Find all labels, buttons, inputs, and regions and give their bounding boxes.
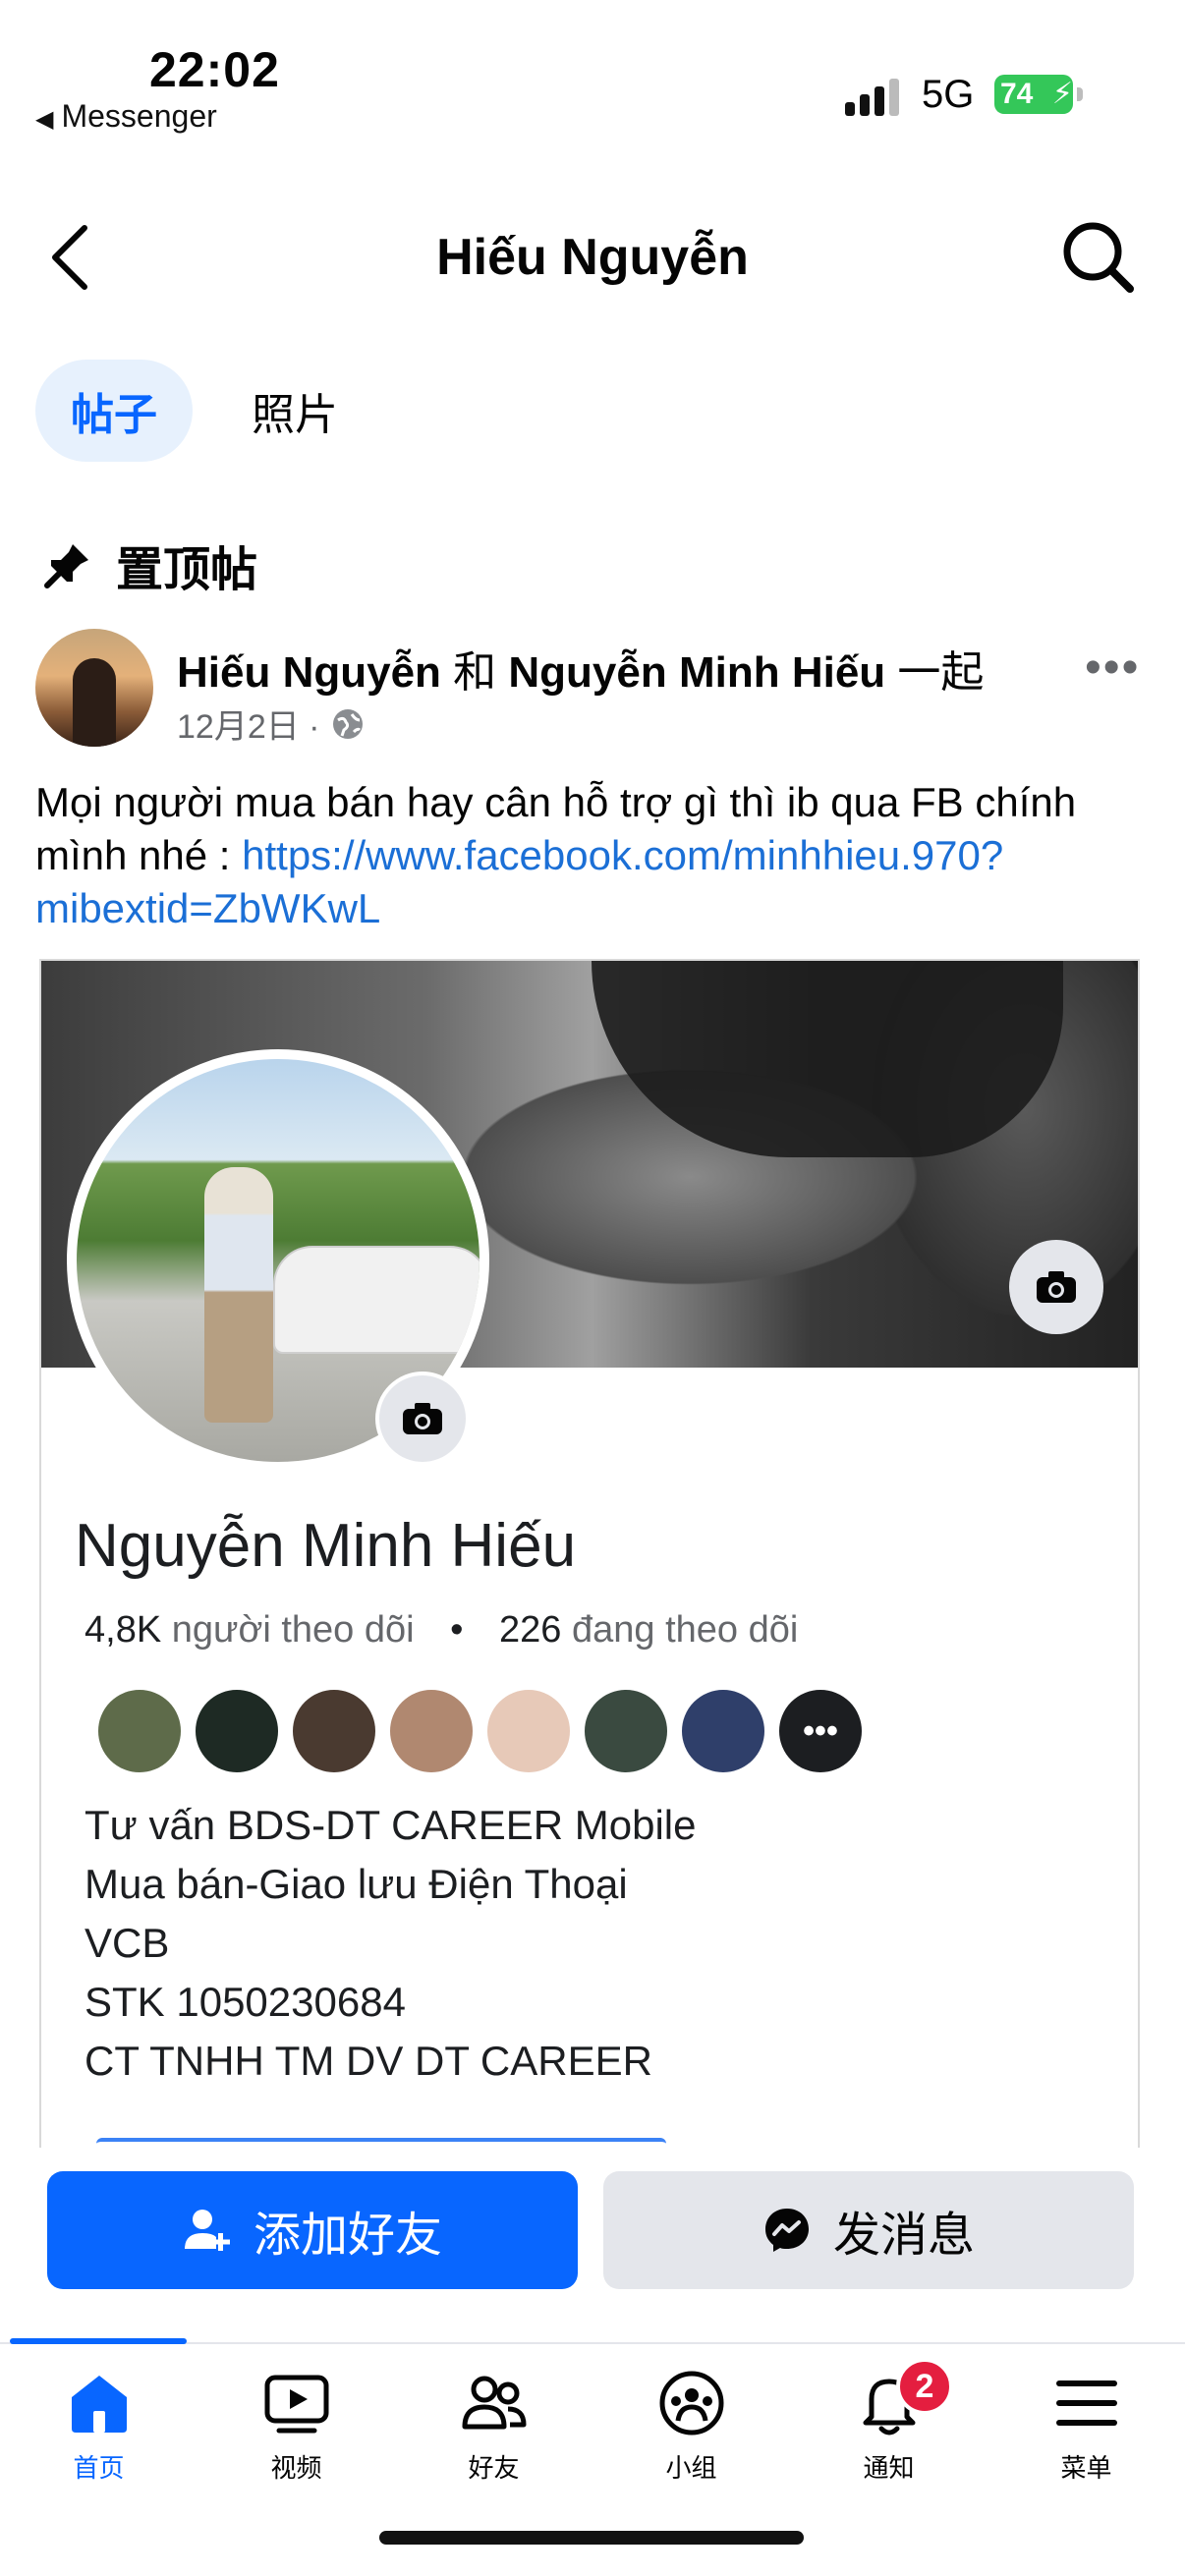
following-label: đang theo dõi (572, 1609, 799, 1651)
nav-item-menu[interactable]: 菜单 (988, 2358, 1185, 2505)
add-friend-icon (184, 2210, 230, 2251)
battery-level: 74 (1000, 78, 1034, 110)
post-date[interactable]: 12月2日 · (177, 700, 320, 748)
message-label: 发消息 (832, 2210, 975, 2262)
more-options-icon[interactable]: ••• (1085, 641, 1140, 695)
nav-active-indicator (10, 2338, 187, 2344)
embed-profile-name: Nguyễn Minh Hiếu (75, 1512, 577, 1580)
search-button[interactable] (1059, 218, 1138, 297)
post-authors: Hiếu Nguyễn 和 Nguyễn Minh Hiếu 一起 (177, 637, 984, 700)
camera-icon (1009, 1240, 1103, 1334)
pinned-posts-heading: 置顶帖 (43, 531, 257, 599)
globe-icon (332, 708, 363, 739)
followers-count: 4,8K (85, 1609, 162, 1651)
friend-avatar (194, 1688, 280, 1774)
camera-icon (375, 1372, 470, 1466)
add-friend-button[interactable]: 添加好友 (47, 2171, 578, 2289)
page-title: Hiếu Nguyễn (436, 229, 749, 286)
back-app-label: Messenger (61, 98, 217, 134)
friend-avatar (388, 1688, 475, 1774)
pin-icon (44, 544, 88, 588)
nav-item-notifications[interactable]: 2 通知 (790, 2358, 988, 2505)
charging-bolt-icon: ⚡ (1051, 78, 1073, 110)
back-to-app-link[interactable]: ◀ Messenger (35, 98, 217, 135)
bio-line: STK 1050230684 (85, 1979, 406, 2025)
nav-label: 首页 (73, 2453, 125, 2483)
embed-bio: Tư vấn BDS-DT CAREER Mobile Mua bán-Giao… (85, 1796, 697, 2091)
post-meta: 12月2日 · (177, 700, 366, 748)
home-indicator[interactable] (379, 2531, 804, 2545)
nav-label: 小组 (665, 2453, 717, 2483)
friend-avatar (485, 1688, 572, 1774)
embed-button-edge (96, 2138, 666, 2148)
post-author-name[interactable]: Hiếu Nguyễn (177, 648, 441, 697)
pinned-heading-text: 置顶帖 (116, 544, 258, 596)
back-triangle-icon: ◀ (35, 106, 54, 133)
friend-avatar (680, 1688, 766, 1774)
groups-icon (659, 2371, 723, 2436)
nav-item-groups[interactable]: 小组 (592, 2358, 790, 2505)
menu-icon (1055, 2380, 1117, 2426)
bottom-nav: 首页 视频 好友 小组 2 通知 菜单 (0, 2358, 1185, 2505)
add-friend-label: 添加好友 (253, 2210, 442, 2262)
cellular-signal-icon (845, 77, 904, 116)
post-suffix: 一起 (897, 648, 985, 697)
bio-line: Mua bán-Giao lưu Điện Thoại (85, 1861, 628, 1907)
bio-line: VCB (85, 1920, 170, 1966)
friend-avatar (291, 1688, 377, 1774)
network-type: 5G (922, 73, 975, 116)
home-icon (71, 2376, 127, 2433)
battery-indicator: 74 ⚡ (994, 75, 1083, 114)
post-image[interactable]: Nguyễn Minh Hiếu 4,8K người theo dõi • 2… (39, 959, 1140, 2148)
search-icon (1063, 222, 1134, 293)
friend-avatars: ••• (96, 1688, 875, 1774)
bio-line: Tư vấn BDS-DT CAREER Mobile (85, 1802, 697, 1848)
nav-label: 通知 (863, 2453, 915, 2483)
friend-avatar (96, 1688, 183, 1774)
message-button[interactable]: 发消息 (603, 2171, 1134, 2289)
post-author-avatar[interactable] (35, 629, 153, 747)
followers-label: người theo dõi (171, 1609, 415, 1651)
nav-label: 好友 (468, 2453, 520, 2483)
tab-posts[interactable]: 帖子 (35, 360, 193, 462)
nav-label: 视频 (270, 2453, 322, 2483)
notification-badge: 2 (896, 2358, 953, 2415)
friends-icon (462, 2376, 526, 2430)
nav-item-friends[interactable]: 好友 (395, 2358, 592, 2505)
nav-label: 菜单 (1060, 2453, 1112, 2483)
following-count: 226 (499, 1609, 562, 1651)
post-text: Mọi người mua bán hay cân hỗ trợ gì thì … (35, 776, 1146, 935)
more-friends-icon: ••• (777, 1688, 864, 1774)
status-time: 22:02 (149, 42, 280, 97)
tab-photos[interactable]: 照片 (226, 360, 364, 462)
post-tagged-name[interactable]: Nguyễn Minh Hiếu (508, 648, 885, 697)
post-connector: 和 (453, 648, 497, 697)
embed-follow-stats: 4,8K người theo dõi • 226 đang theo dõi (85, 1609, 799, 1651)
friend-avatar (583, 1688, 669, 1774)
nav-item-home[interactable]: 首页 (0, 2358, 198, 2505)
nav-item-video[interactable]: 视频 (198, 2358, 395, 2505)
video-icon (264, 2375, 328, 2434)
bio-line: CT TNHH TM DV DT CAREER (85, 2038, 652, 2084)
messenger-icon (764, 2209, 809, 2252)
